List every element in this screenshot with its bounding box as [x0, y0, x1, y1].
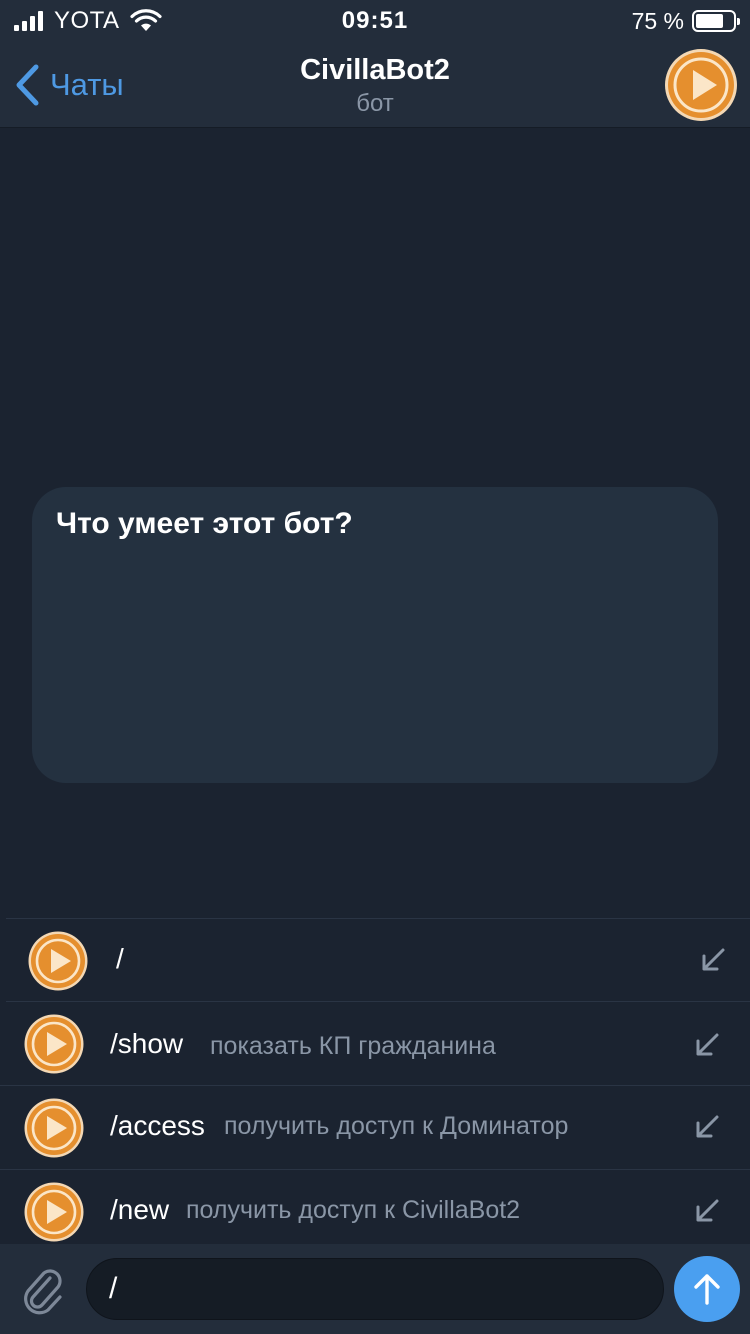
bot-avatar-icon [28, 931, 88, 991]
bot-avatar-icon [24, 1014, 84, 1074]
chat-area: Что умеет этот бот? [0, 129, 750, 919]
command-suggestions: / /show показать КП гражданина /access п… [0, 918, 750, 1244]
status-right: 75 % [631, 7, 740, 34]
command-row[interactable]: / [6, 918, 750, 1002]
chat-header: Чаты CivillaBot2 бот [0, 42, 750, 128]
message-input-text: / [109, 1272, 118, 1305]
arrow-up-icon [694, 1274, 720, 1305]
command-name: / [116, 943, 124, 974]
command-name: /access [110, 1110, 205, 1141]
battery-percent: 75 % [631, 7, 684, 34]
command-row[interactable]: /access получить доступ к Доминатор [0, 1086, 750, 1170]
command-row[interactable]: /new получить доступ к CivillaBot2 [0, 1170, 750, 1254]
chat-subtitle: бот [356, 90, 394, 117]
command-description: получить доступ к CivillaBot2 [186, 1196, 521, 1224]
command-row[interactable]: /show показать КП гражданина [0, 1002, 750, 1086]
bot-avatar-icon [24, 1182, 84, 1242]
insert-arrow-icon[interactable] [700, 947, 726, 973]
bot-avatar[interactable] [664, 48, 738, 122]
command-name: /show [110, 1028, 184, 1059]
battery-fill [696, 14, 723, 28]
insert-arrow-icon[interactable] [694, 1114, 720, 1140]
bot-avatar-icon [24, 1098, 84, 1158]
command-description: получить доступ к Доминатор [224, 1112, 569, 1140]
status-bar: YOTA 09:51 75 % [0, 0, 750, 42]
message-input-bar: / [0, 1244, 750, 1334]
insert-arrow-icon[interactable] [694, 1198, 720, 1224]
battery-icon [692, 10, 740, 32]
paperclip-icon[interactable] [20, 1264, 66, 1316]
chat-title[interactable]: CivillaBot2 [0, 54, 750, 87]
insert-arrow-icon[interactable] [694, 1032, 720, 1058]
command-name: /new [110, 1194, 170, 1225]
command-description: показать КП гражданина [210, 1032, 496, 1060]
bot-info-card: Что умеет этот бот? [32, 487, 718, 783]
send-button[interactable] [674, 1256, 740, 1322]
message-input[interactable]: / [86, 1258, 664, 1320]
bot-info-title: Что умеет этот бот? [56, 507, 353, 540]
